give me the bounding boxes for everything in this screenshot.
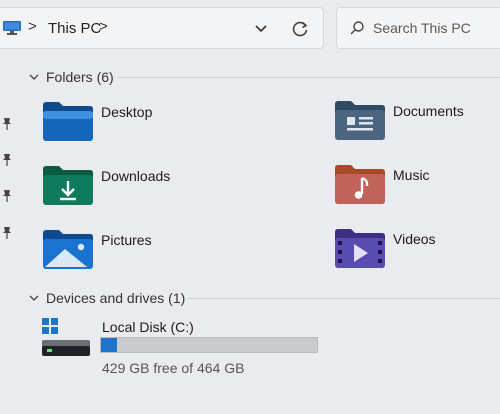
folder-label: Videos <box>393 231 436 247</box>
folder-pictures[interactable]: Pictures <box>43 229 203 279</box>
folder-label: Documents <box>393 103 464 119</box>
breadcrumb-separator[interactable]: > <box>28 18 37 35</box>
section-title: Folders (6) <box>46 69 114 85</box>
address-bar[interactable]: > This PC > <box>0 7 324 49</box>
desktop-folder-icon <box>43 102 93 141</box>
drive-label: Local Disk (C:) <box>102 319 194 335</box>
videos-folder-icon <box>335 229 385 268</box>
folder-videos[interactable]: Videos <box>335 228 495 278</box>
chevron-down-icon[interactable] <box>253 20 269 36</box>
pin-icon[interactable] <box>2 118 12 130</box>
chevron-down-icon[interactable] <box>28 292 40 304</box>
drives-section-header[interactable]: Devices and drives (1) <box>28 288 185 308</box>
folder-label: Desktop <box>101 104 153 120</box>
folder-label: Music <box>393 167 430 183</box>
section-title: Devices and drives (1) <box>46 290 186 306</box>
breadcrumb-this-pc[interactable]: This PC <box>48 20 101 37</box>
drive-local-disk-c[interactable]: Local Disk (C:) 429 GB free of 464 GB <box>40 318 330 382</box>
search-box[interactable] <box>336 7 500 49</box>
chevron-down-icon[interactable] <box>28 71 40 83</box>
folders-section-header[interactable]: Folders (6) <box>28 67 114 87</box>
refresh-icon[interactable] <box>289 18 311 40</box>
folder-downloads[interactable]: Downloads <box>43 165 203 215</box>
drive-free-space: 429 GB free of 464 GB <box>102 360 245 376</box>
drive-usage-bar <box>100 337 318 353</box>
folder-label: Downloads <box>101 168 171 184</box>
search-input[interactable] <box>373 18 500 38</box>
this-pc-icon <box>3 21 21 35</box>
pin-icon[interactable] <box>2 227 12 239</box>
section-divider <box>118 77 500 78</box>
hard-drive-icon <box>42 318 90 356</box>
folder-label: Pictures <box>101 232 152 248</box>
pictures-folder-icon <box>43 230 93 269</box>
search-icon <box>350 21 364 35</box>
pin-icon[interactable] <box>2 190 12 202</box>
pin-icon[interactable] <box>2 154 12 166</box>
drive-usage-fill <box>101 338 118 352</box>
section-divider <box>188 298 500 299</box>
downloads-folder-icon <box>43 166 93 205</box>
folder-documents[interactable]: Documents <box>335 100 495 150</box>
folder-music[interactable]: Music <box>335 164 495 214</box>
documents-folder-icon <box>335 101 385 140</box>
toolbar: > This PC > <box>0 0 500 60</box>
folder-desktop[interactable]: Desktop <box>43 101 203 151</box>
music-folder-icon <box>335 165 385 204</box>
breadcrumb-separator[interactable]: > <box>99 18 108 35</box>
